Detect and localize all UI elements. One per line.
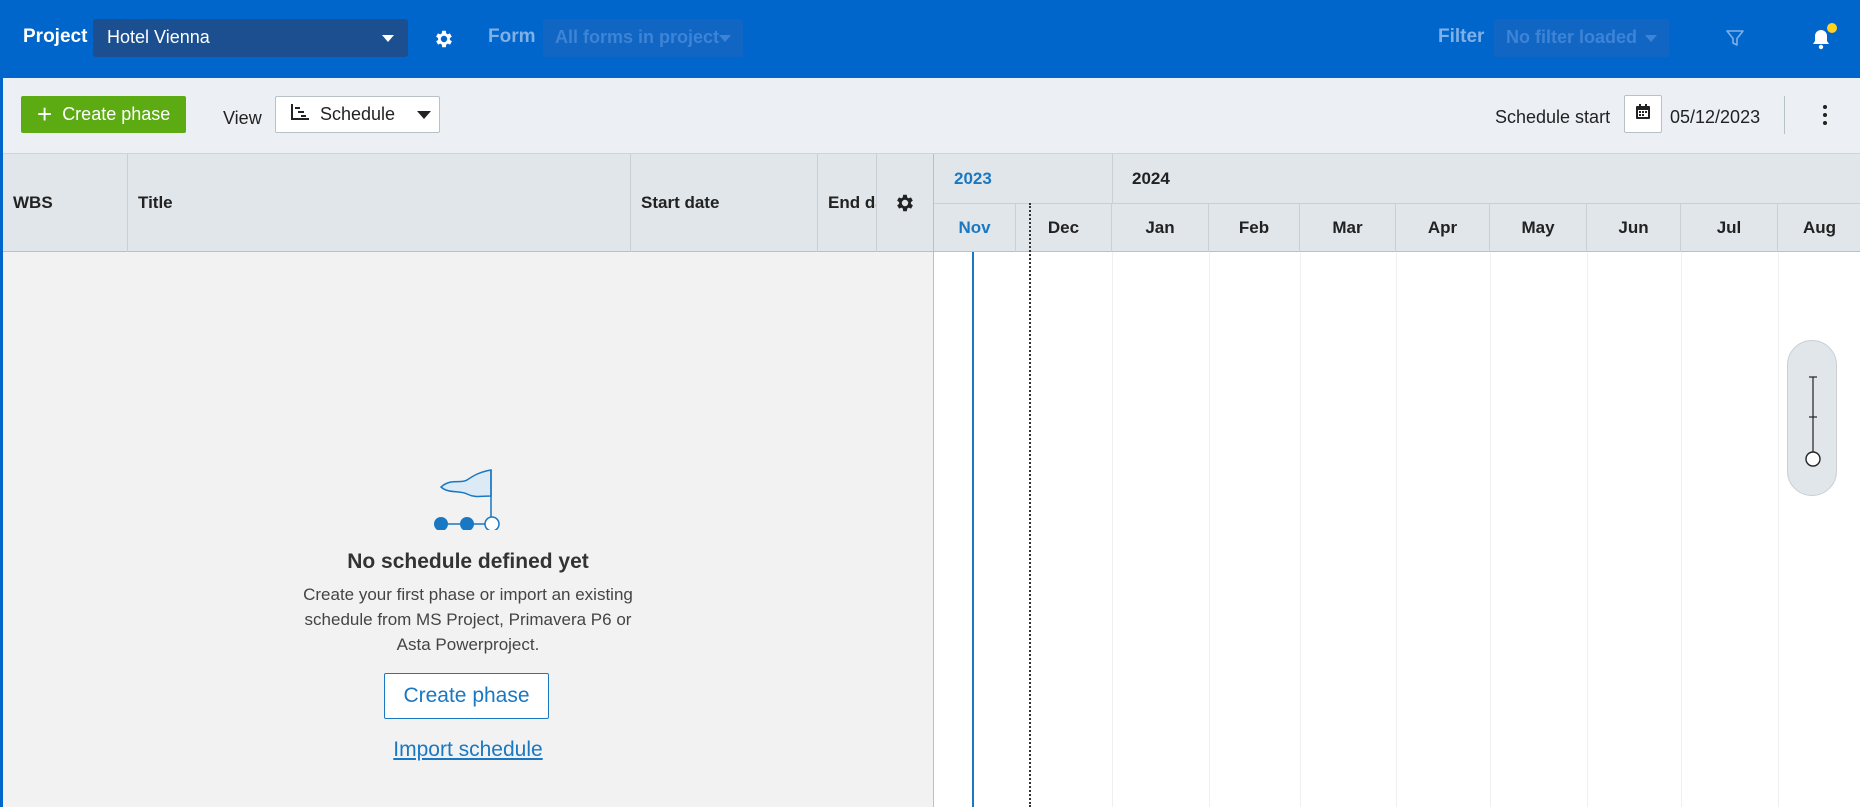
schedule-start-label: Schedule start (1495, 107, 1611, 127)
calendar-icon (1634, 103, 1652, 126)
toolbar: + Create phase View Schedule Schedule st… (3, 78, 1860, 154)
form-select[interactable]: All forms in project (543, 19, 743, 57)
empty-state-description: Create your first phase or import an exi… (303, 585, 633, 654)
empty-create-phase-button[interactable]: Create phase (384, 673, 549, 719)
empty-state-title: No schedule defined yet (347, 550, 589, 573)
month-may: May (1490, 204, 1587, 252)
month-jan: Jan (1112, 204, 1209, 252)
zoom-slider-icon (1805, 376, 1821, 467)
project-select-value: Hotel Vienna (107, 27, 210, 47)
filter-icon[interactable] (1725, 28, 1745, 53)
gridline (1209, 252, 1210, 807)
column-header-title[interactable]: Title (128, 154, 631, 252)
plus-icon: + (37, 98, 53, 129)
month-aug: Aug (1802, 218, 1837, 237)
month-apr: Apr (1396, 204, 1490, 252)
create-phase-label: Create phase (62, 104, 171, 124)
empty-state: No schedule defined yet Create your firs… (3, 252, 933, 807)
gantt-body (933, 203, 1860, 807)
gridline (1396, 252, 1397, 807)
more-options-icon[interactable] (1815, 103, 1835, 127)
toolbar-divider (1784, 96, 1785, 134)
calendar-button[interactable] (1624, 95, 1662, 133)
month-jun: Jun (1587, 204, 1681, 252)
create-phase-button[interactable]: + Create phase (21, 96, 186, 133)
gear-icon[interactable] (433, 28, 455, 55)
filter-label: Filter (1438, 26, 1485, 47)
chevron-down-icon (719, 35, 731, 42)
gridline (1112, 252, 1113, 807)
year-2023: 2023 (954, 168, 992, 188)
column-header-start-date[interactable]: Start date (631, 154, 818, 252)
view-select[interactable]: Schedule (275, 96, 440, 133)
view-label: View (223, 108, 262, 128)
zoom-slider[interactable] (1787, 340, 1837, 496)
chevron-down-icon (417, 110, 432, 119)
column-settings-gear-icon[interactable] (877, 154, 933, 252)
filter-select[interactable]: No filter loaded (1494, 19, 1669, 57)
form-label: Form (488, 26, 536, 47)
gantt-timeline-header: 2023 2024 Nov Dec Jan Feb Mar Apr May Ju… (933, 154, 1860, 252)
month-mar: Mar (1300, 204, 1396, 252)
gridline (1587, 252, 1588, 807)
month-feb: Feb (1209, 204, 1300, 252)
bell-icon[interactable] (1811, 28, 1831, 55)
gridline (1681, 252, 1682, 807)
import-schedule-link-text[interactable]: Import schedule (393, 738, 542, 761)
month-jul: Jul (1681, 204, 1778, 252)
year-2024: 2024 (1132, 168, 1170, 188)
form-select-value: All forms in project (555, 27, 720, 47)
chevron-down-icon (1645, 35, 1657, 42)
column-header-wbs[interactable]: WBS (3, 154, 128, 252)
month-row: Nov Dec Jan Feb Mar Apr May Jun Jul Aug (934, 203, 1860, 252)
month-nov: Nov (934, 204, 1016, 252)
project-select[interactable]: Hotel Vienna (93, 19, 408, 57)
schedule-start-date[interactable]: 05/12/2023 (1670, 107, 1760, 128)
table-header: WBS Title Start date End da (3, 154, 933, 252)
chevron-down-icon (382, 35, 394, 42)
view-select-value: Schedule (320, 104, 396, 124)
gantt-chart-icon (290, 103, 310, 126)
table-body: No schedule defined yet Create your firs… (3, 252, 933, 807)
project-label: Project (23, 26, 88, 47)
filter-select-value: No filter loaded (1506, 27, 1638, 47)
gridline (1778, 252, 1779, 807)
gridline (1490, 252, 1491, 807)
column-header-end-date[interactable]: End da (818, 154, 877, 252)
schedule-start-marker-line (1029, 203, 1031, 807)
today-marker-line (972, 252, 974, 807)
gridline (1300, 252, 1301, 807)
top-bar: Project Hotel Vienna Form All forms in p… (3, 0, 1860, 78)
import-schedule-link: Import schedule (3, 738, 933, 762)
milestone-flag-icon (431, 460, 501, 535)
notification-badge (1827, 23, 1837, 33)
